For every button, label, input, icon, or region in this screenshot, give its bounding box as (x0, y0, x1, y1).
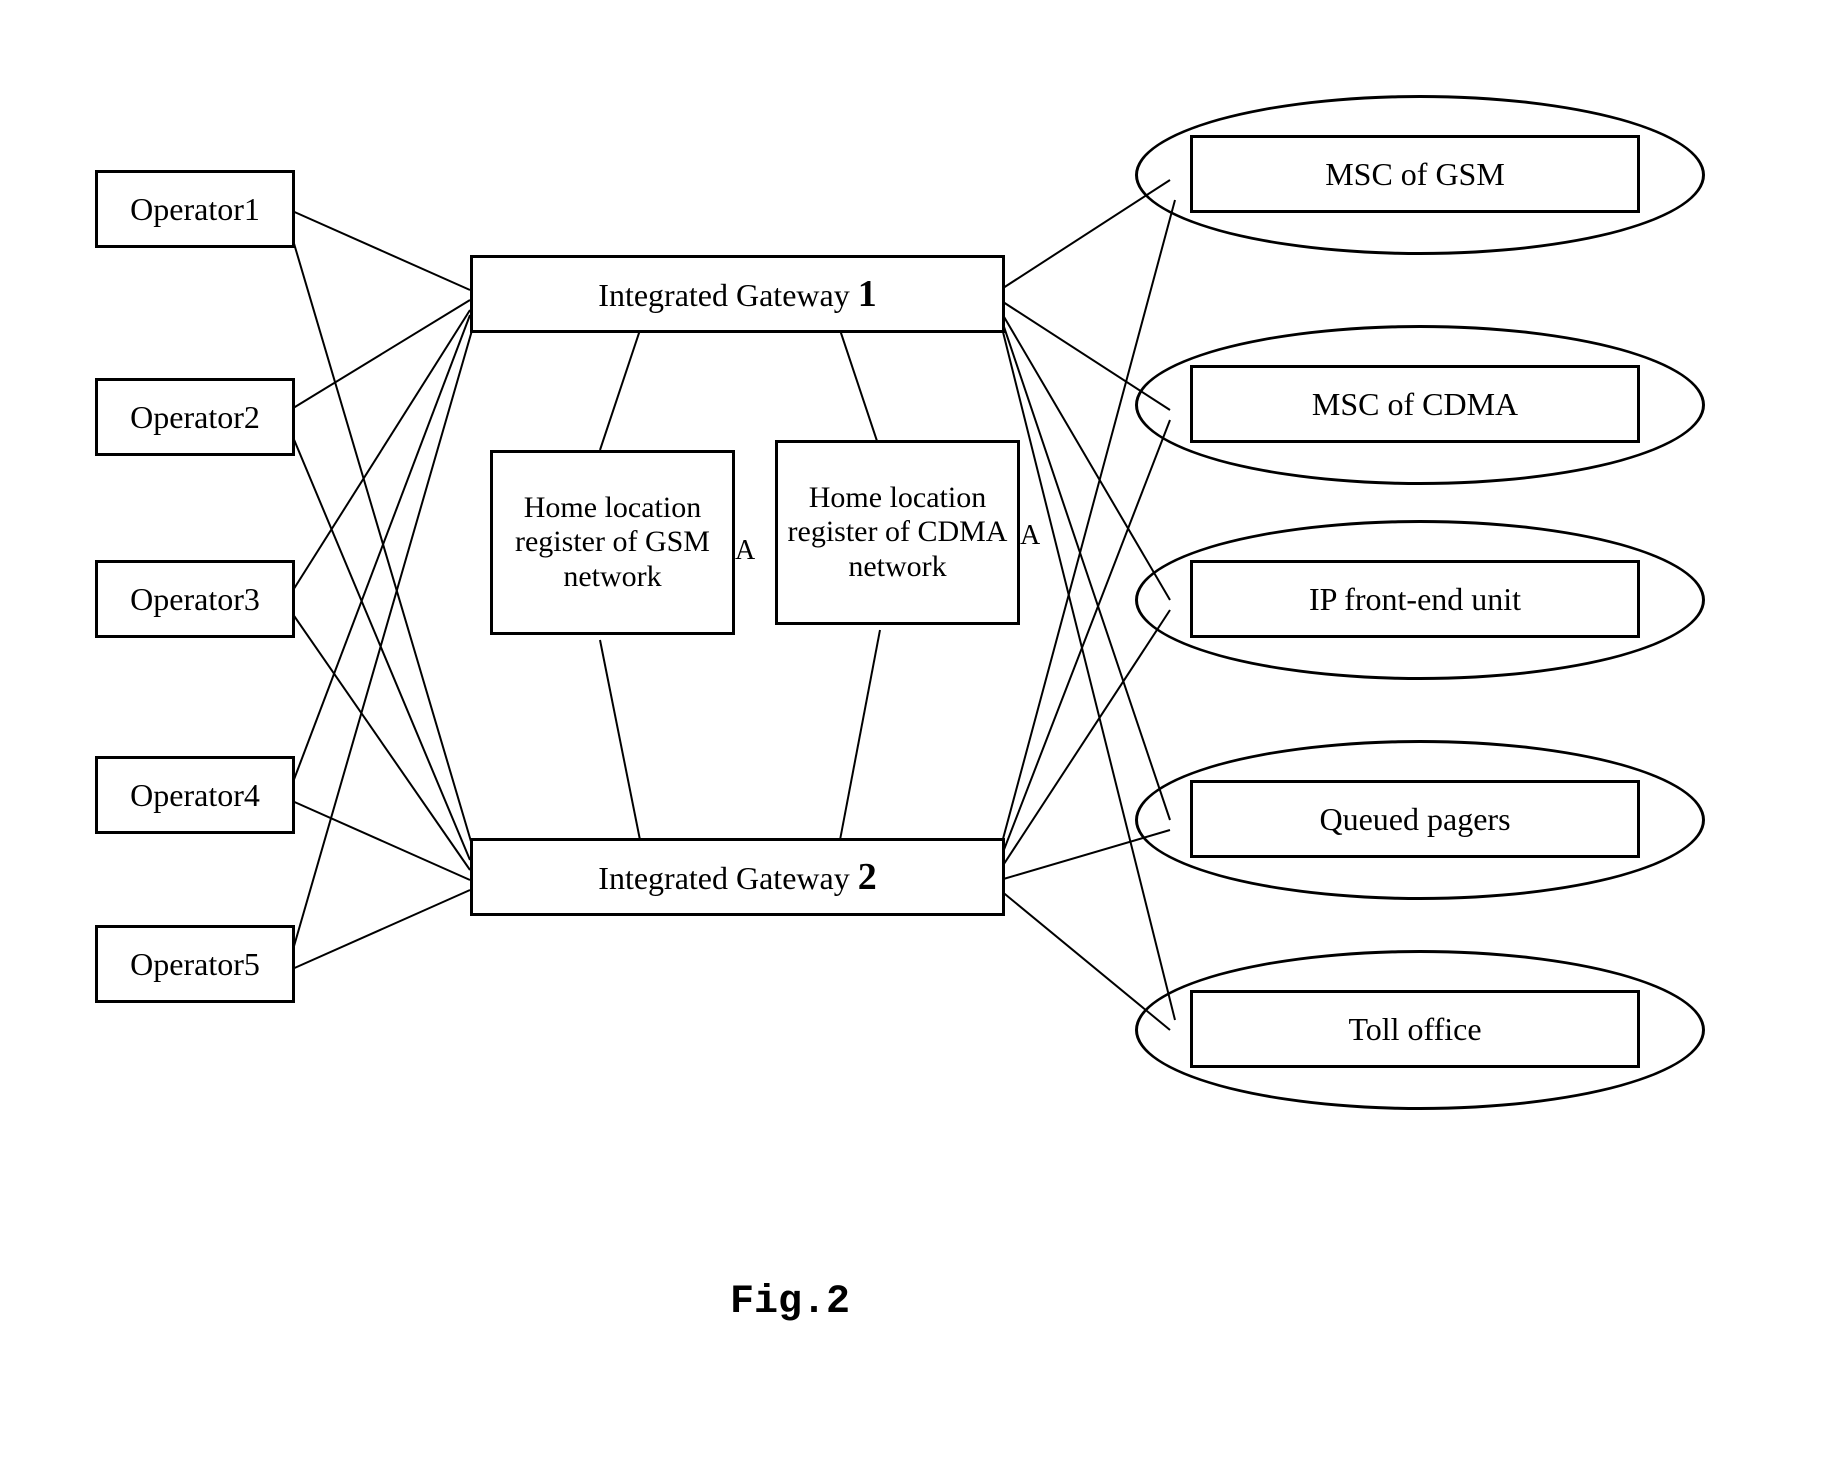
gateway2-box: Integrated Gateway 2 (470, 838, 1005, 916)
operator5-box: Operator5 (95, 925, 295, 1003)
hlr-cdma-annotation: A (1020, 520, 1040, 552)
toll-label: Toll office (1348, 1011, 1481, 1048)
operator3-box: Operator3 (95, 560, 295, 638)
operator4-label: Operator4 (130, 777, 260, 814)
msc-cdma-box: MSC of CDMA (1190, 365, 1640, 443)
operator1-box: Operator1 (95, 170, 295, 248)
hlr-gsm-label: Home location register of GSM network (501, 491, 724, 595)
operator5-label: Operator5 (130, 946, 260, 983)
operator1-label: Operator1 (130, 191, 260, 228)
hlr-cdma-label: Home location register of CDMA network (786, 481, 1009, 585)
hlr-gsm-annotation: A (735, 535, 755, 567)
gateway1-box: Integrated Gateway 1 (470, 255, 1005, 333)
queued-label: Queued pagers (1319, 801, 1510, 838)
gateway1-num: 1 (858, 272, 877, 316)
operator4-box: Operator4 (95, 756, 295, 834)
msc-gsm-label: MSC of GSM (1325, 156, 1505, 193)
queued-box: Queued pagers (1190, 780, 1640, 858)
msc-gsm-box: MSC of GSM (1190, 135, 1640, 213)
hlr-gsm-box: Home location register of GSM network (490, 450, 735, 635)
gateway2-label: Integrated Gateway (598, 860, 849, 897)
msc-cdma-label: MSC of CDMA (1312, 386, 1518, 423)
ip-front-label: IP front-end unit (1309, 581, 1521, 618)
operator2-label: Operator2 (130, 399, 260, 436)
operator3-label: Operator3 (130, 581, 260, 618)
toll-box: Toll office (1190, 990, 1640, 1068)
operator2-box: Operator2 (95, 378, 295, 456)
ip-front-box: IP front-end unit (1190, 560, 1640, 638)
gateway1-label: Integrated Gateway (598, 277, 849, 314)
gateway2-num: 2 (858, 855, 877, 899)
hlr-cdma-box: Home location register of CDMA network (775, 440, 1020, 625)
